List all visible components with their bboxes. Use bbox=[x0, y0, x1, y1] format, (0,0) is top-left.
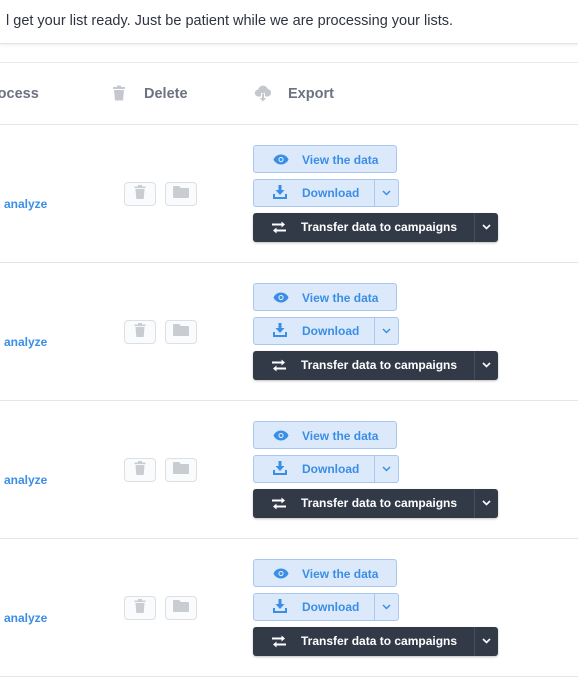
transfer-dropdown-toggle[interactable] bbox=[474, 627, 498, 656]
chevron-down-icon bbox=[482, 638, 491, 644]
transfer-button-group: Transfer data to campaigns bbox=[253, 213, 498, 242]
header-process: rocess bbox=[0, 86, 39, 102]
chevron-down-icon bbox=[482, 224, 491, 230]
eye-icon bbox=[273, 568, 289, 579]
view-data-label: View the data bbox=[302, 567, 379, 581]
transfer-to-campaigns-button[interactable]: Transfer data to campaigns bbox=[253, 627, 474, 656]
folder-icon bbox=[172, 461, 190, 480]
cloud-download-icon bbox=[254, 84, 272, 106]
download-dropdown-toggle[interactable] bbox=[374, 594, 398, 620]
download-label: Download bbox=[302, 324, 360, 338]
delete-button[interactable] bbox=[124, 320, 156, 344]
folder-icon bbox=[172, 185, 190, 204]
folder-button[interactable] bbox=[165, 458, 197, 482]
download-label: Download bbox=[302, 186, 360, 200]
eye-icon bbox=[273, 154, 289, 165]
chevron-down-icon bbox=[382, 466, 391, 472]
download-label: Download bbox=[302, 462, 360, 476]
analyze-link[interactable]: analyze bbox=[4, 611, 47, 625]
transfer-button-group: Transfer data to campaigns bbox=[253, 489, 498, 518]
trash-icon bbox=[134, 322, 146, 342]
download-dropdown-toggle[interactable] bbox=[374, 456, 398, 482]
trash-icon bbox=[134, 460, 146, 480]
transfer-dropdown-toggle[interactable] bbox=[474, 351, 498, 380]
transfer-label: Transfer data to campaigns bbox=[301, 358, 458, 372]
view-data-button[interactable]: View the data bbox=[253, 283, 397, 311]
transfer-arrows-icon bbox=[272, 635, 286, 648]
table-row: analyze View the data Download Transfer … bbox=[0, 263, 578, 401]
delete-button[interactable] bbox=[124, 458, 156, 482]
delete-button[interactable] bbox=[124, 596, 156, 620]
trash-icon bbox=[134, 184, 146, 204]
download-dropdown-toggle[interactable] bbox=[374, 180, 398, 206]
table-header: rocess Delete Export bbox=[0, 62, 578, 125]
transfer-to-campaigns-button[interactable]: Transfer data to campaigns bbox=[253, 351, 474, 380]
download-button[interactable]: Download bbox=[254, 318, 374, 344]
table-row: analyze View the data Download Transfer … bbox=[0, 125, 578, 263]
download-button[interactable]: Download bbox=[254, 456, 374, 482]
folder-icon bbox=[172, 599, 190, 618]
view-data-label: View the data bbox=[302, 291, 379, 305]
folder-button[interactable] bbox=[165, 320, 197, 344]
trash-icon bbox=[112, 85, 126, 105]
chevron-down-icon bbox=[482, 362, 491, 368]
trash-icon bbox=[134, 598, 146, 618]
transfer-dropdown-toggle[interactable] bbox=[474, 489, 498, 518]
eye-icon bbox=[273, 292, 289, 303]
table-row: analyze View the data Download Transfer … bbox=[0, 539, 578, 677]
transfer-arrows-icon bbox=[272, 497, 286, 510]
download-dropdown-toggle[interactable] bbox=[374, 318, 398, 344]
chevron-down-icon bbox=[382, 604, 391, 610]
download-label: Download bbox=[302, 600, 360, 614]
transfer-button-group: Transfer data to campaigns bbox=[253, 627, 498, 656]
chevron-down-icon bbox=[482, 500, 491, 506]
transfer-dropdown-toggle[interactable] bbox=[474, 213, 498, 242]
transfer-to-campaigns-button[interactable]: Transfer data to campaigns bbox=[253, 213, 474, 242]
view-data-label: View the data bbox=[302, 153, 379, 167]
download-button-group: Download bbox=[253, 455, 399, 483]
header-delete: Delete bbox=[144, 86, 188, 102]
folder-icon bbox=[172, 323, 190, 342]
download-icon bbox=[273, 323, 287, 337]
view-data-button[interactable]: View the data bbox=[253, 421, 397, 449]
transfer-button-group: Transfer data to campaigns bbox=[253, 351, 498, 380]
chevron-down-icon bbox=[382, 328, 391, 334]
analyze-link[interactable]: analyze bbox=[4, 335, 47, 349]
download-button-group: Download bbox=[253, 317, 399, 345]
delete-button[interactable] bbox=[124, 182, 156, 206]
download-button[interactable]: Download bbox=[254, 594, 374, 620]
download-icon bbox=[273, 599, 287, 613]
download-icon bbox=[273, 185, 287, 199]
transfer-label: Transfer data to campaigns bbox=[301, 496, 458, 510]
table-row: analyze View the data Download Transfer … bbox=[0, 401, 578, 539]
transfer-arrows-icon bbox=[272, 221, 286, 234]
analyze-link[interactable]: analyze bbox=[4, 473, 47, 487]
processing-notice-text: l get your list ready. Just be patient w… bbox=[6, 13, 454, 29]
download-button-group: Download bbox=[253, 179, 399, 207]
view-data-button[interactable]: View the data bbox=[253, 559, 397, 587]
processing-notice: l get your list ready. Just be patient w… bbox=[0, 0, 578, 44]
view-data-label: View the data bbox=[302, 429, 379, 443]
folder-button[interactable] bbox=[165, 182, 197, 206]
download-button[interactable]: Download bbox=[254, 180, 374, 206]
transfer-label: Transfer data to campaigns bbox=[301, 634, 458, 648]
header-export: Export bbox=[288, 86, 334, 102]
download-button-group: Download bbox=[253, 593, 399, 621]
analyze-link[interactable]: analyze bbox=[4, 197, 47, 211]
view-data-button[interactable]: View the data bbox=[253, 145, 397, 173]
transfer-to-campaigns-button[interactable]: Transfer data to campaigns bbox=[253, 489, 474, 518]
transfer-arrows-icon bbox=[272, 359, 286, 372]
chevron-down-icon bbox=[382, 190, 391, 196]
folder-button[interactable] bbox=[165, 596, 197, 620]
eye-icon bbox=[273, 430, 289, 441]
transfer-label: Transfer data to campaigns bbox=[301, 220, 458, 234]
download-icon bbox=[273, 461, 287, 475]
